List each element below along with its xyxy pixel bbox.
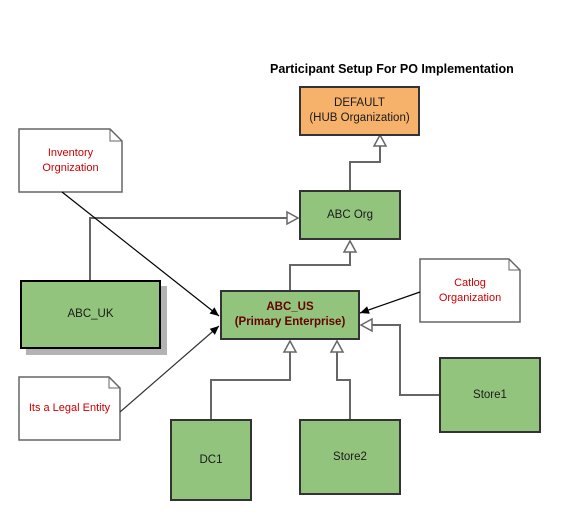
node-abc-uk-label: ABC_UK xyxy=(67,308,114,320)
generalization-arrowhead xyxy=(286,210,300,226)
edge-store2-abcus xyxy=(336,352,351,420)
node-abc-org-label: ABC Org xyxy=(326,208,373,221)
generalization-arrowhead xyxy=(282,339,298,353)
node-store1[interactable]: Store1 xyxy=(439,357,541,433)
edge-abcus-abcorg xyxy=(289,252,351,290)
node-abc-org[interactable]: ABC Org xyxy=(299,190,401,240)
node-default-sublabel: (HUB Organization) xyxy=(309,112,410,124)
edge-abcorg-default xyxy=(349,146,381,190)
node-default-hub[interactable]: DEFAULT (HUB Organization) xyxy=(299,86,420,136)
node-store2[interactable]: Store2 xyxy=(299,419,401,495)
note-catlog-organization[interactable]: Catlog Organization xyxy=(420,259,520,322)
note-catlog-line2: Organization xyxy=(438,291,502,304)
note-legal-entity[interactable]: Its a Legal Entity xyxy=(19,377,120,440)
note-catlog-line1: Catlog xyxy=(454,276,486,289)
node-store1-label: Store1 xyxy=(473,388,507,401)
generalization-arrowhead xyxy=(359,317,373,333)
node-abc-uk[interactable]: ABC_UK xyxy=(20,280,161,349)
edge-abcuk-abcorg xyxy=(89,217,287,280)
note-inventory-line2: Orgnization xyxy=(42,161,99,174)
node-abc-us[interactable]: ABC_US (Primary Enterprise) xyxy=(220,290,360,340)
generalization-arrowhead xyxy=(372,133,388,147)
node-store2-label: Store2 xyxy=(333,450,367,463)
generalization-arrowhead xyxy=(342,239,358,253)
diagram-title: Participant Setup For PO Implementation xyxy=(270,62,514,76)
note-inventory-line1: Inventory xyxy=(47,146,94,159)
generalization-arrowhead xyxy=(329,339,345,353)
note-inventory-organization[interactable]: Inventory Orgnization xyxy=(19,129,122,192)
node-default-label: DEFAULT xyxy=(334,97,385,109)
edge-dc1-abcus xyxy=(210,352,291,420)
note-legal-label: Its a Legal Entity xyxy=(28,402,111,414)
edge-store1-abcus xyxy=(372,324,439,396)
edge-catlog-abcus xyxy=(359,291,421,314)
node-dc1-label: DC1 xyxy=(199,453,223,466)
node-abc-us-sublabel: (Primary Enterprise) xyxy=(234,316,346,328)
node-abc-us-label: ABC_US xyxy=(266,301,314,313)
node-dc1[interactable]: DC1 xyxy=(170,419,252,501)
